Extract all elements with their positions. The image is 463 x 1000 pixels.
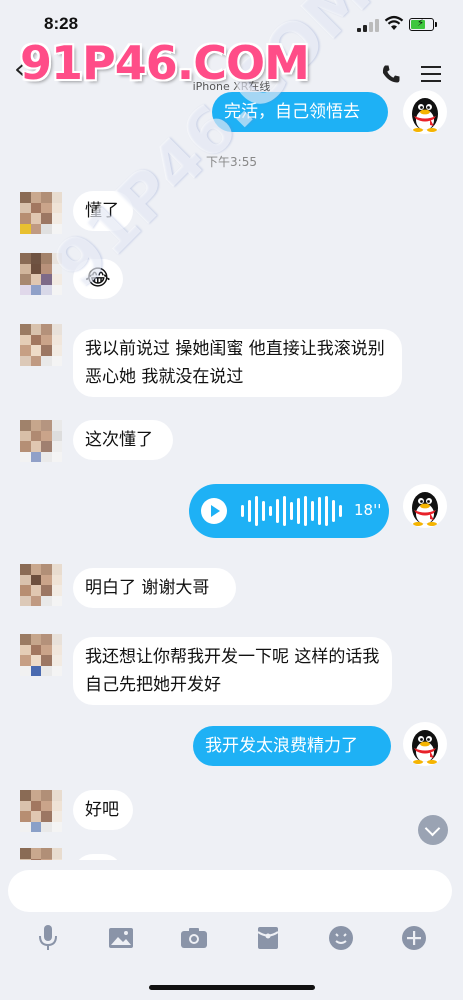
play-icon[interactable]	[201, 498, 227, 524]
microphone-icon[interactable]	[32, 922, 64, 954]
friend-avatar[interactable]	[20, 848, 62, 860]
voice-duration: 18''	[354, 501, 382, 519]
battery-icon: ⚡	[409, 18, 437, 31]
message-bubble-in[interactable]: 明白了 谢谢大哥	[73, 568, 236, 608]
my-avatar[interactable]	[403, 722, 447, 766]
message-input[interactable]	[8, 870, 452, 912]
chat-area[interactable]: 完活，自己领悟去 下午3:55 懂了 😂 我以前说过 操她闺蜜 他直接让我滚说别…	[0, 88, 463, 860]
qq-penguin-icon	[412, 492, 438, 526]
message-bubble-in[interactable]: 我还想让你帮我开发一下呢 这样的话我自己先把她开发好	[73, 637, 392, 705]
plus-icon[interactable]	[398, 922, 430, 954]
image-icon[interactable]	[105, 922, 137, 954]
menu-icon[interactable]	[421, 66, 441, 82]
status-time: 8:28	[44, 14, 79, 33]
voice-message[interactable]: 18''	[189, 484, 389, 538]
friend-avatar[interactable]	[20, 790, 62, 832]
friend-avatar[interactable]	[20, 420, 62, 462]
message-bubble-in[interactable]: 好吧	[73, 790, 133, 830]
message-bubble-in[interactable]: 这次懂了	[73, 420, 173, 460]
emoji-icon[interactable]	[325, 922, 357, 954]
my-avatar[interactable]	[403, 484, 447, 528]
friend-avatar[interactable]	[20, 324, 62, 366]
friend-avatar[interactable]	[20, 634, 62, 676]
phone-icon[interactable]	[381, 64, 401, 84]
qq-penguin-icon	[412, 730, 438, 764]
wifi-icon	[384, 15, 404, 30]
home-indicator	[149, 985, 315, 990]
message-bubble-out[interactable]: 我开发太浪费精力了	[193, 726, 391, 766]
qq-penguin-icon	[412, 98, 438, 132]
message-bubble-in[interactable]: 我以前说过 操她闺蜜 他直接让我滚说别恶心她 我就没在说过	[73, 329, 402, 397]
scroll-down-button[interactable]	[418, 815, 448, 845]
watermark-logo: 91P46.COM	[20, 36, 310, 90]
camera-icon[interactable]	[178, 922, 210, 954]
input-toolbar	[0, 922, 463, 954]
friend-avatar[interactable]	[20, 564, 62, 606]
red-packet-icon[interactable]	[252, 922, 284, 954]
friend-avatar[interactable]	[20, 192, 62, 234]
input-bar	[0, 860, 463, 1000]
my-avatar[interactable]	[403, 90, 447, 134]
